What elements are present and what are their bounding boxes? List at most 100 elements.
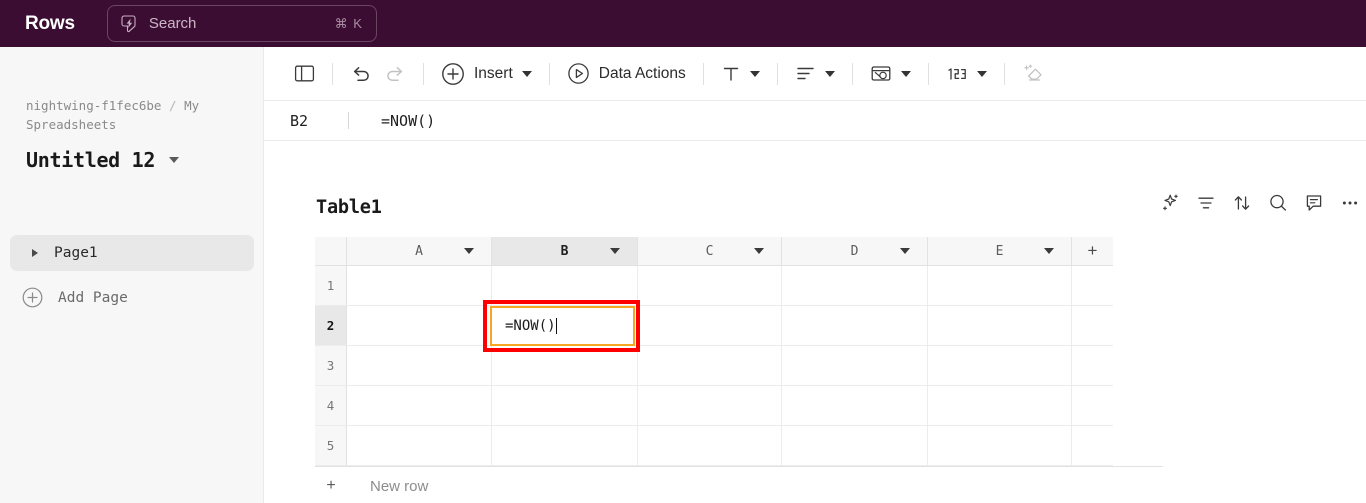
toolbar: Insert Data Actions [264, 47, 1366, 101]
breadcrumb-separator: / [169, 98, 177, 113]
cell-d3[interactable] [782, 346, 928, 386]
cell-d2[interactable] [782, 306, 928, 346]
row-header-1[interactable]: 1 [315, 266, 347, 306]
app-logo[interactable]: Rows [25, 13, 75, 35]
chevron-down-icon[interactable] [464, 248, 474, 254]
filter-icon[interactable] [1195, 192, 1217, 214]
column-header-c[interactable]: C [638, 237, 782, 266]
number-format-button[interactable] [940, 57, 993, 91]
document-title-row[interactable]: Untitled 12 [26, 148, 180, 172]
search-input[interactable]: Search [149, 15, 335, 32]
formula-input[interactable]: =NOW() [381, 112, 435, 130]
column-header-d[interactable]: D [782, 237, 928, 266]
chevron-down-icon[interactable] [754, 248, 764, 254]
add-column-button[interactable]: + [1072, 237, 1113, 266]
chevron-down-icon[interactable] [900, 248, 910, 254]
column-header-a[interactable]: A [347, 237, 492, 266]
table-row: 4 [315, 386, 1163, 426]
column-label: D [850, 243, 859, 259]
cell-reference-box[interactable]: B2 [290, 112, 348, 130]
add-page-button[interactable]: Add Page [22, 287, 128, 308]
data-actions-label: Data Actions [598, 64, 686, 82]
table-name[interactable]: Table1 [316, 197, 382, 218]
cell-e4[interactable] [928, 386, 1072, 426]
fill-color-button[interactable] [864, 57, 917, 91]
column-header-e[interactable]: E [928, 237, 1072, 266]
data-actions-button[interactable]: Data Actions [561, 57, 692, 91]
sidebar: nightwing-f1fec6be / My Spreadsheets Unt… [0, 47, 264, 503]
ai-assist-icon[interactable] [1159, 192, 1181, 214]
chevron-down-icon[interactable] [900, 70, 911, 77]
cell-a4[interactable] [347, 386, 492, 426]
cell-c4[interactable] [638, 386, 782, 426]
panel-icon [294, 65, 315, 82]
new-row-label: New row [370, 477, 429, 495]
cell-d1[interactable] [782, 266, 928, 306]
chevron-right-icon[interactable] [32, 249, 38, 257]
cell-b3[interactable] [492, 346, 638, 386]
row-header-3[interactable]: 3 [315, 346, 347, 386]
cell-e1[interactable] [928, 266, 1072, 306]
search-icon[interactable] [1267, 192, 1289, 214]
new-row-button[interactable]: + New row [315, 466, 1163, 503]
breadcrumb-workspace[interactable]: nightwing-f1fec6be [26, 98, 161, 113]
cell-a3[interactable] [347, 346, 492, 386]
chevron-down-icon[interactable] [824, 70, 835, 77]
row-header-4[interactable]: 4 [315, 386, 347, 426]
chevron-down-icon[interactable] [749, 70, 760, 77]
breadcrumb[interactable]: nightwing-f1fec6be / My Spreadsheets [26, 96, 226, 134]
row-tail [1072, 426, 1113, 466]
row-header-5[interactable]: 5 [315, 426, 347, 466]
chevron-down-icon[interactable] [521, 70, 532, 77]
cell-a5[interactable] [347, 426, 492, 466]
app-root: Rows Search ⌘ K nightwing-f1fec6be / My … [0, 0, 1366, 503]
more-options-icon[interactable] [1339, 192, 1361, 214]
toolbar-divider [927, 62, 929, 85]
cell-c5[interactable] [638, 426, 782, 466]
cell-d5[interactable] [782, 426, 928, 466]
number-format-icon [948, 67, 966, 80]
column-header-row: A B C D E + [315, 237, 1163, 266]
add-page-label: Add Page [58, 289, 128, 306]
text-format-button[interactable] [715, 57, 766, 91]
comment-icon[interactable] [1303, 192, 1325, 214]
row-tail [1072, 346, 1113, 386]
cell-e2[interactable] [928, 306, 1072, 346]
column-header-b[interactable]: B [492, 237, 638, 266]
toolbar-divider [1003, 62, 1005, 85]
cell-d4[interactable] [782, 386, 928, 426]
cell-e5[interactable] [928, 426, 1072, 466]
global-search[interactable]: Search ⌘ K [106, 5, 377, 42]
chevron-down-icon[interactable] [976, 70, 987, 77]
insert-label: Insert [474, 64, 513, 82]
cell-c1[interactable] [638, 266, 782, 306]
cell-editor[interactable]: =NOW() [490, 306, 635, 346]
sort-icon[interactable] [1231, 192, 1253, 214]
cell-a2[interactable] [347, 306, 492, 346]
undo-button[interactable] [344, 57, 378, 91]
align-button[interactable] [789, 57, 841, 91]
row-header-2[interactable]: 2 [315, 306, 347, 346]
cell-b4[interactable] [492, 386, 638, 426]
cell-e3[interactable] [928, 346, 1072, 386]
chevron-down-icon[interactable] [610, 248, 620, 254]
row-tail [1072, 266, 1113, 306]
main-content: Insert Data Actions B2 =NOW() Table1 A B… [264, 47, 1366, 503]
clear-format-button[interactable] [1016, 57, 1050, 91]
cell-b1[interactable] [492, 266, 638, 306]
chevron-down-icon[interactable] [169, 157, 180, 163]
formula-bar: B2 =NOW() [264, 101, 1366, 141]
sidebar-item-page1[interactable]: Page1 [10, 235, 254, 271]
chevron-down-icon[interactable] [1044, 248, 1054, 254]
toggle-sidebar-button[interactable] [288, 57, 321, 91]
page-title: Untitled 12 [26, 148, 156, 172]
redo-button[interactable] [378, 57, 412, 91]
insert-button[interactable]: Insert [435, 57, 538, 91]
toolbar-divider [548, 62, 550, 85]
cell-a1[interactable] [347, 266, 492, 306]
table-header: Table1 [316, 190, 1164, 224]
cell-c3[interactable] [638, 346, 782, 386]
table-row: 2 [315, 306, 1163, 346]
cell-c2[interactable] [638, 306, 782, 346]
cell-b5[interactable] [492, 426, 638, 466]
